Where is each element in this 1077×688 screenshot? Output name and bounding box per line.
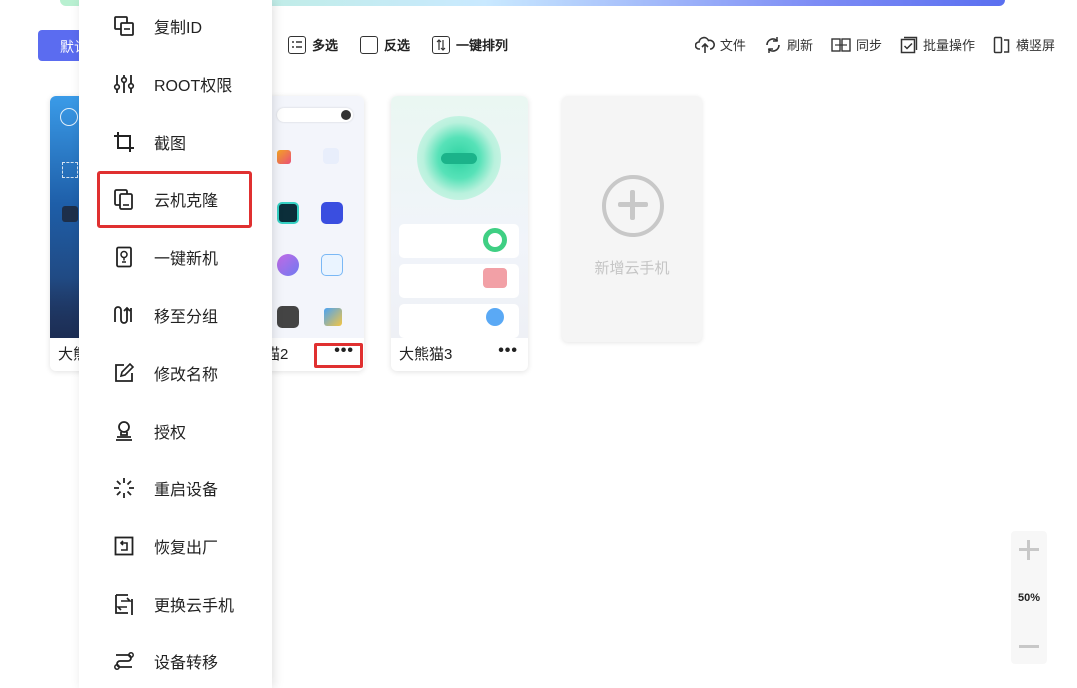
device-name: 大熊猫3 bbox=[399, 346, 453, 363]
clone-item-highlight bbox=[97, 171, 252, 228]
selection-toolbar: 多选 反选 一键排列 bbox=[288, 35, 530, 54]
device-card[interactable]: 大熊猫3 ••• bbox=[391, 96, 528, 371]
refresh-button[interactable]: 刷新 bbox=[764, 35, 813, 54]
orientation-button[interactable]: 横竖屏 bbox=[993, 35, 1055, 54]
menu-item-label: 设备转移 bbox=[154, 655, 219, 672]
checklist-icon bbox=[288, 35, 306, 54]
menu-item[interactable]: 截图 bbox=[79, 122, 272, 162]
multi-select-button[interactable]: 多选 bbox=[288, 35, 338, 54]
cloud-phone-manager: 默认分组 多选 反选 一键排列 文件 刷新 bbox=[0, 0, 1077, 688]
batch-ops-label: 批量操作 bbox=[922, 38, 975, 53]
zoom-value: 50% bbox=[1017, 592, 1041, 604]
menu-item-label: 更换云手机 bbox=[154, 598, 235, 615]
menu-item-label: 移至分组 bbox=[154, 309, 219, 326]
menu-item[interactable]: 一键新机 bbox=[79, 237, 272, 277]
menu-item[interactable]: 移至分组 bbox=[79, 295, 272, 335]
device-context-menu: 复制ID ROOT权限 截图 云机克隆 一键新机 移至分组 修改名称 授权 重启设备 恢复出厂 更换… bbox=[79, 0, 272, 688]
multi-select-label: 多选 bbox=[312, 38, 339, 53]
cloud-upload-icon bbox=[694, 36, 715, 53]
more-options-icon[interactable]: ••• bbox=[498, 342, 518, 360]
device-screen-preview[interactable] bbox=[391, 96, 528, 338]
refresh-icon bbox=[766, 36, 780, 53]
move-group-icon bbox=[113, 304, 135, 326]
menu-item-label: 复制ID bbox=[154, 20, 203, 37]
menu-item-label: 重启设备 bbox=[154, 482, 219, 499]
zoom-out-icon[interactable] bbox=[1019, 637, 1039, 657]
rotate-screen-icon bbox=[993, 36, 1010, 53]
menu-item[interactable]: 复制ID bbox=[79, 6, 272, 46]
add-device-label: 新增云手机 bbox=[594, 260, 670, 277]
refresh-label: 刷新 bbox=[786, 38, 813, 53]
menu-item[interactable]: 修改名称 bbox=[79, 353, 272, 393]
menu-item[interactable]: 授权 bbox=[79, 411, 272, 451]
sync-icon bbox=[831, 37, 851, 52]
actions-toolbar: 文件 刷新 同步 批量操作 横竖屏 bbox=[677, 35, 1055, 54]
menu-item[interactable]: ROOT权限 bbox=[79, 64, 272, 104]
file-label: 文件 bbox=[719, 38, 746, 53]
loading-icon bbox=[113, 477, 135, 499]
menu-item[interactable]: 重启设备 bbox=[79, 468, 272, 508]
zoom-in-icon[interactable] bbox=[1019, 540, 1039, 560]
zoom-control: 50% bbox=[1011, 531, 1047, 664]
invert-select-button[interactable]: 反选 bbox=[360, 35, 410, 54]
menu-item[interactable]: 设备转移 bbox=[79, 641, 272, 681]
sync-button[interactable]: 同步 bbox=[831, 35, 882, 54]
sliders-icon bbox=[113, 73, 135, 95]
menu-item-label: 一键新机 bbox=[154, 251, 219, 268]
menu-item-label: 修改名称 bbox=[154, 367, 219, 384]
invert-select-label: 反选 bbox=[384, 38, 411, 53]
one-key-sort-button[interactable]: 一键排列 bbox=[432, 35, 508, 54]
new-device-icon bbox=[113, 246, 135, 268]
menu-item-label: 授权 bbox=[154, 425, 187, 442]
edit-icon bbox=[113, 362, 135, 384]
restore-icon bbox=[113, 535, 135, 557]
plus-circle-icon bbox=[602, 175, 664, 237]
more-options-highlight bbox=[314, 343, 363, 368]
transfer-icon bbox=[113, 650, 135, 672]
batch-check-icon bbox=[900, 36, 918, 53]
file-button[interactable]: 文件 bbox=[694, 35, 746, 54]
orientation-label: 横竖屏 bbox=[1015, 38, 1055, 53]
batch-ops-button[interactable]: 批量操作 bbox=[900, 35, 975, 54]
menu-item[interactable]: 恢复出厂 bbox=[79, 526, 272, 566]
crop-icon bbox=[113, 131, 135, 153]
add-device-card[interactable]: 新增云手机 bbox=[562, 96, 702, 342]
swap-icon bbox=[113, 593, 135, 615]
one-key-sort-label: 一键排列 bbox=[456, 38, 509, 53]
sync-label: 同步 bbox=[855, 38, 882, 53]
menu-item[interactable]: 更换云手机 bbox=[79, 584, 272, 624]
menu-item-label: ROOT权限 bbox=[154, 78, 233, 95]
copy-id-icon bbox=[113, 15, 135, 37]
checkbox-icon bbox=[360, 35, 379, 54]
stamp-icon bbox=[113, 420, 135, 442]
menu-item-label: 恢复出厂 bbox=[154, 540, 219, 557]
sort-icon bbox=[432, 35, 451, 54]
menu-item-label: 截图 bbox=[154, 136, 187, 153]
